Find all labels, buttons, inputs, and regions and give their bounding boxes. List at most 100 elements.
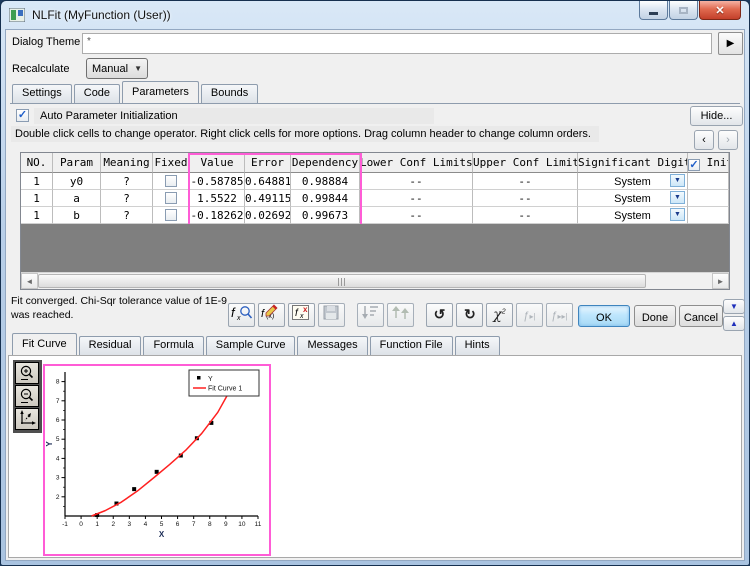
search-function-button[interactable]: fx [228, 303, 255, 327]
significant-digits-cell[interactable]: System▼ [578, 173, 688, 190]
hide-button[interactable]: Hide... [690, 106, 743, 126]
tab-parameters[interactable]: Parameters [122, 81, 199, 103]
column-header-param[interactable]: Param [53, 153, 101, 173]
tab-function-file[interactable]: Function File [370, 336, 453, 355]
param-cell[interactable]: -- [360, 207, 473, 224]
param-cell[interactable]: -- [360, 190, 473, 207]
recalculate-dropdown[interactable]: Manual ▼ [86, 58, 148, 79]
fixed-checkbox[interactable] [165, 209, 177, 221]
tab-code[interactable]: Code [74, 84, 120, 103]
tab-settings[interactable]: Settings [12, 84, 72, 103]
param-cell[interactable] [688, 190, 729, 207]
sort-parameters-button [357, 303, 384, 327]
scrollbar-thumb[interactable] [38, 274, 646, 288]
tab-residual[interactable]: Residual [79, 336, 142, 355]
revert-parameters-button[interactable]: ↺ [426, 303, 453, 327]
param-cell[interactable]: 0.99673 [291, 207, 360, 224]
dropdown-icon[interactable]: ▼ [670, 208, 685, 221]
param-cell[interactable]: ? [101, 173, 153, 190]
prev-page-button[interactable]: ‹ [694, 130, 714, 150]
column-header-dependency[interactable]: Dependency [291, 153, 360, 173]
param-cell[interactable]: 1 [21, 207, 53, 224]
close-icon: ✕ [715, 4, 724, 17]
tab-sample-curve[interactable]: Sample Curve [206, 336, 296, 355]
param-cell[interactable]: -- [360, 173, 473, 190]
scroll-right-icon[interactable]: ► [712, 273, 729, 289]
param-cell[interactable]: 0.99844 [291, 190, 360, 207]
fit-curve-chart[interactable]: -1012345678910112345678XYYFit Curve 1 [43, 364, 271, 556]
fixed-checkbox-cell[interactable] [153, 190, 190, 207]
horizontal-scrollbar[interactable]: ◄ ► [21, 272, 729, 289]
auto-param-checkbox[interactable]: ✓ [16, 109, 29, 122]
theme-flyout-button[interactable]: ▶ [718, 32, 743, 55]
param-cell[interactable]: 1 [21, 173, 53, 190]
cancel-button[interactable]: Cancel [679, 305, 723, 327]
rescale-axes-button[interactable] [15, 408, 39, 430]
param-cell[interactable]: -0.18262 [190, 207, 245, 224]
new-function-button[interactable]: fxx [288, 303, 315, 327]
dialog-theme-input[interactable]: * [82, 33, 712, 54]
param-cell[interactable]: b [53, 207, 101, 224]
undo-fit-button[interactable]: ↺ [456, 303, 483, 327]
column-header-lower-conf-limits[interactable]: Lower Conf Limits [360, 153, 473, 173]
ok-button[interactable]: OK [578, 305, 630, 327]
titlebar[interactable]: NLFit (MyFunction (User)) ✕ [1, 1, 749, 29]
svg-text:X: X [159, 530, 165, 539]
column-header-error[interactable]: Error [245, 153, 291, 173]
roll-down-button[interactable]: ▼ [723, 299, 745, 314]
param-cell[interactable]: 0.98884 [291, 173, 360, 190]
param-cell[interactable]: y0 [53, 173, 101, 190]
column-header-value[interactable]: Value [190, 153, 245, 173]
param-cell[interactable]: -0.58785 [190, 173, 245, 190]
param-cell[interactable]: -- [473, 173, 578, 190]
close-button[interactable]: ✕ [699, 1, 741, 20]
parameter-table-header[interactable]: NO.ParamMeaningFixedValueErrorDependency… [21, 153, 729, 173]
tab-hints[interactable]: Hints [455, 336, 500, 355]
done-button[interactable]: Done [634, 305, 676, 327]
significant-digits-cell[interactable]: System ▼ [578, 190, 688, 207]
svg-text:Fit Curve 1: Fit Curve 1 [208, 386, 242, 393]
column-header-initi[interactable]: ✓ Initi [688, 153, 729, 173]
param-cell[interactable]: 1 [21, 190, 53, 207]
table-hint-text: Double click cells to change operator. R… [11, 126, 599, 142]
zoom-out-button[interactable] [15, 385, 39, 407]
tab-bounds[interactable]: Bounds [201, 84, 258, 103]
column-header-meaning[interactable]: Meaning [101, 153, 153, 173]
param-cell[interactable]: -- [473, 190, 578, 207]
chi-sqr-button[interactable]: χ2 [486, 303, 513, 327]
param-cell[interactable]: ? [101, 190, 153, 207]
dropdown-icon[interactable]: ▼ [670, 174, 685, 187]
dropdown-icon[interactable]: ▼ [670, 191, 685, 204]
fixed-checkbox[interactable] [165, 175, 177, 187]
next-page-button[interactable]: › [718, 130, 738, 150]
column-header-fixed[interactable]: Fixed [153, 153, 190, 173]
edit-function-button[interactable]: f(x) [258, 303, 285, 327]
param-cell[interactable]: -- [473, 207, 578, 224]
tab-formula[interactable]: Formula [143, 336, 203, 355]
param-cell[interactable]: 1.5522 [190, 190, 245, 207]
scroll-left-icon[interactable]: ◄ [21, 273, 38, 289]
significant-digits-cell[interactable]: System▼ [578, 207, 688, 224]
roll-up-button[interactable]: ▲ [723, 316, 745, 331]
param-cell[interactable] [688, 207, 729, 224]
table-row: 1a?1.55220.491150.99844----System▼ [21, 190, 729, 207]
column-header-no-[interactable]: NO. [21, 153, 53, 173]
tab-messages[interactable]: Messages [297, 336, 367, 355]
param-cell[interactable]: 0.49115 [245, 190, 291, 207]
param-cell[interactable]: a [53, 190, 101, 207]
initial-values-checkbox[interactable]: ✓ [688, 159, 700, 171]
fixed-checkbox[interactable] [165, 192, 177, 204]
param-cell[interactable]: 0.64881 [245, 173, 291, 190]
minimize-button[interactable] [639, 1, 668, 20]
maximize-icon [679, 7, 688, 14]
fixed-checkbox-cell[interactable] [153, 207, 190, 224]
sig-digits-value: System [614, 193, 651, 205]
tab-fit-curve[interactable]: Fit Curve [12, 333, 77, 355]
column-header-significant-digits[interactable]: Significant Digits [578, 153, 688, 173]
param-cell[interactable]: ? [101, 207, 153, 224]
param-cell[interactable]: 0.02692 [245, 207, 291, 224]
fixed-checkbox-cell[interactable] [153, 173, 190, 190]
param-cell[interactable] [688, 173, 729, 190]
column-header-upper-conf-limits[interactable]: Upper Conf Limits [473, 153, 578, 173]
zoom-in-button[interactable] [15, 362, 39, 384]
